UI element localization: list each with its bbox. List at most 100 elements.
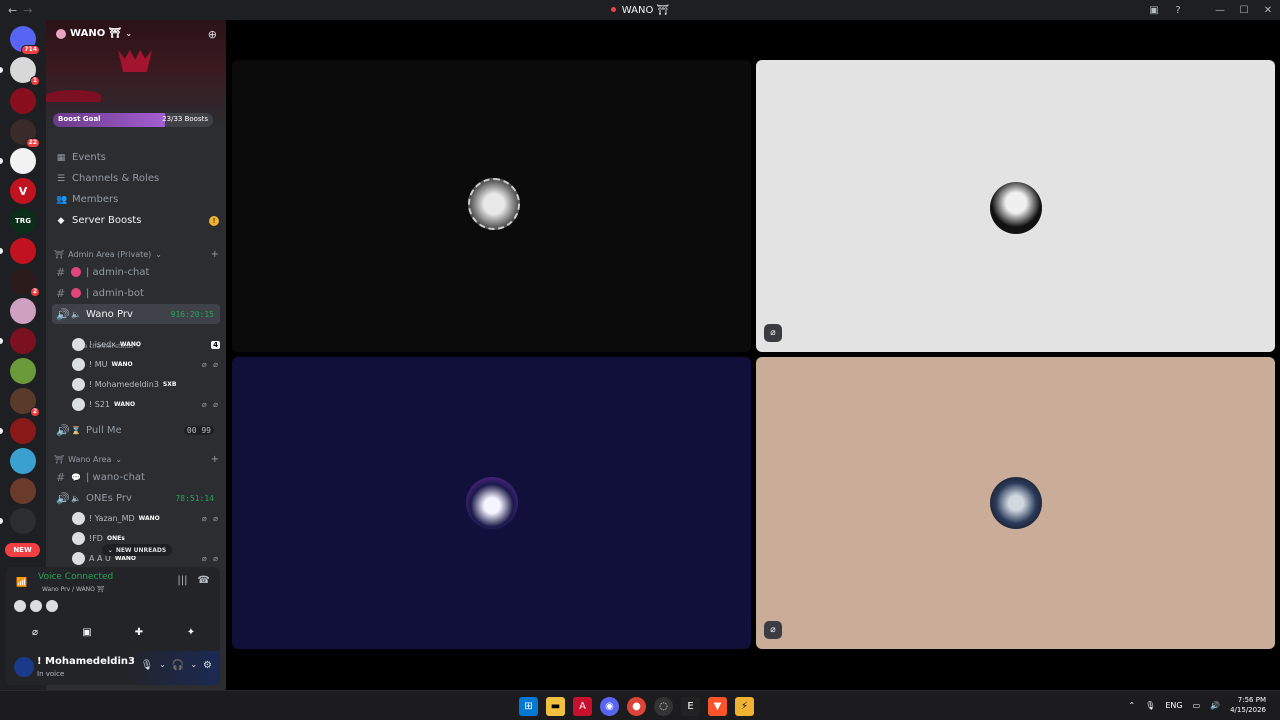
clock[interactable]: 7:56 PM 4/15/2026	[1230, 695, 1266, 715]
back-arrow-icon[interactable]: ←	[8, 4, 17, 17]
menu-item-channels-roles[interactable]: ☰ Channels & Roles	[54, 168, 219, 189]
brave-icon[interactable]: ▼	[708, 697, 727, 716]
noise-suppression-icon[interactable]: |||	[177, 575, 187, 586]
app-icon[interactable]: ⚡	[735, 697, 754, 716]
server-icon[interactable]	[10, 418, 36, 444]
file-explorer-icon[interactable]: ▬	[546, 697, 565, 716]
avatar[interactable]	[14, 657, 34, 677]
voice-user[interactable]: ! Mohamedeldin3 SXB	[72, 375, 220, 394]
server-icon[interactable]	[10, 358, 36, 384]
server-icon[interactable]: 1	[10, 57, 40, 86]
camera-off-icon: ⌀ ⌀	[201, 554, 220, 563]
video-tile[interactable]	[232, 60, 751, 352]
category-icon: ⛩	[54, 454, 65, 464]
server-header[interactable]: WANO ⛩ ⌄	[56, 28, 132, 39]
menu-item-server-boosts[interactable]: ◆ Server Boosts!	[54, 210, 219, 231]
voice-stage: ⌀ ⌀	[226, 20, 1280, 690]
video-tile[interactable]: ⌀	[756, 357, 1275, 649]
microphone-icon[interactable]: 🎙	[140, 660, 153, 671]
avatar[interactable]	[46, 600, 58, 612]
channel-pull-me[interactable]: 🔊 ⌛ Pull Me 00 99	[52, 420, 220, 440]
unread-pill	[0, 248, 3, 254]
windows-start-icon[interactable]: ⊞	[519, 697, 538, 716]
menu-item-events[interactable]: ▦ Events	[54, 147, 219, 168]
chevron-down-icon[interactable]: ⌄	[190, 660, 197, 671]
hourglass-icon: ⌛	[71, 425, 81, 435]
role-tag: WANO	[119, 341, 141, 348]
chevron-up-icon[interactable]: ⌃	[1128, 701, 1135, 710]
voice-user[interactable]: ! Yazan_MD WANO ⌀ ⌀	[72, 509, 220, 528]
server-icon[interactable]	[10, 328, 36, 354]
add-channel-icon[interactable]: +	[211, 454, 219, 465]
disconnect-icon[interactable]: ☎	[198, 575, 210, 586]
camera-off-button[interactable]: ⌀	[12, 623, 58, 641]
server-icon[interactable]: 2	[10, 388, 40, 417]
menu-item-members[interactable]: 👥 Members	[54, 189, 219, 210]
category-admin-area[interactable]: ⛩ Admin Area (Private) ⌄ +	[54, 247, 219, 261]
voice-user[interactable]: ! MU WANO ⌀ ⌀	[72, 355, 220, 374]
windows-taskbar: ⊞ ▬ A ◉ ● ◌ E ▼ ⚡ ⌃ 🎙 ENG ▭ 🔊 7:56 PM 4/…	[0, 690, 1280, 720]
new-unreads-pill[interactable]: ⌄ NEW UNREADS	[102, 544, 172, 556]
video-tile[interactable]	[232, 357, 751, 649]
video-tile[interactable]: ⌀	[756, 60, 1275, 352]
unread-pill	[0, 428, 3, 434]
voice-user[interactable]: ! isedx WANO 4	[72, 335, 220, 354]
add-channel-icon[interactable]: +	[211, 249, 219, 260]
microphone-icon[interactable]: 🎙	[1145, 701, 1155, 710]
channel-ones-prv[interactable]: 🔊 🔈 ONEs Prv 78:51:14	[52, 488, 220, 508]
epic-games-icon[interactable]: E	[681, 697, 700, 716]
server-icon[interactable]	[10, 88, 36, 114]
network-icon[interactable]: ▭	[1193, 701, 1201, 710]
avatar[interactable]	[30, 600, 42, 612]
category-wano-area[interactable]: ⛩ Wano Area ⌄ +	[54, 452, 219, 466]
voice-user-name: !FD	[89, 534, 103, 543]
server-icon[interactable]	[10, 478, 36, 504]
avatar[interactable]	[14, 600, 26, 612]
boost-goal-bar[interactable]: Boost Goal 23/33 Boosts	[53, 113, 213, 127]
app-icon[interactable]: A	[573, 697, 592, 716]
server-icon[interactable]	[10, 508, 36, 534]
help-icon[interactable]: ?	[1166, 5, 1190, 16]
minimize-button[interactable]: —	[1208, 5, 1232, 16]
soundboard-button[interactable]: ✦	[168, 623, 214, 641]
chevron-down-icon[interactable]: ⌄	[159, 660, 166, 671]
channel-admin-bot[interactable]: # | admin-bot	[52, 283, 220, 303]
inbox-icon[interactable]: ▣	[1142, 5, 1166, 16]
headphones-icon[interactable]: 🎧	[172, 660, 184, 671]
server-icon[interactable]: V	[10, 178, 36, 204]
chat-bubble-icon: 💬	[71, 472, 81, 482]
settings-gear-icon[interactable]: ⚙	[203, 660, 212, 671]
chrome-icon[interactable]: ●	[627, 697, 646, 716]
channel-wano-chat[interactable]: # 💬 | wano-chat	[52, 467, 220, 487]
new-badge[interactable]: NEW	[5, 543, 40, 557]
server-icon[interactable]	[10, 238, 36, 264]
role-tag: WANO	[114, 401, 136, 408]
server-icon[interactable]: TRG	[10, 208, 36, 234]
volume-icon[interactable]: 🔊	[1210, 701, 1220, 710]
voice-location[interactable]: Wano Prv / WANO ⛩	[42, 586, 104, 593]
invite-icon[interactable]: ⊕	[208, 28, 217, 41]
forward-arrow-icon[interactable]: →	[23, 4, 32, 17]
server-icon[interactable]	[10, 148, 36, 174]
voice-user-name: ! S21	[89, 400, 111, 409]
activities-button[interactable]: ✚	[116, 623, 162, 641]
close-button[interactable]: ✕	[1256, 5, 1280, 16]
username[interactable]: ! Mohamedeldin3	[37, 656, 135, 667]
server-icon[interactable]	[10, 298, 36, 324]
window-controls: ▣ ? — ☐ ✕	[1142, 0, 1280, 20]
server-icon-label: TRG	[15, 217, 31, 225]
obs-icon[interactable]: ◌	[654, 697, 673, 716]
channel-wano-prv[interactable]: 🔊 🔈 Wano Prv 916:20:15	[52, 304, 220, 324]
server-icon[interactable]: 2	[10, 268, 40, 297]
voice-user[interactable]: ! S21 WANO ⌀ ⌀	[72, 395, 220, 414]
screen-share-button[interactable]: ▣	[64, 623, 110, 641]
voice-status[interactable]: Voice Connected	[38, 572, 113, 582]
server-icon[interactable]: 22	[10, 119, 40, 148]
maximize-button[interactable]: ☐	[1232, 5, 1256, 16]
language-indicator[interactable]: ENG	[1165, 701, 1182, 710]
server-icon[interactable]: 714	[10, 26, 40, 55]
discord-icon[interactable]: ◉	[600, 697, 619, 716]
server-icon[interactable]	[10, 448, 36, 474]
category-icon: ⛩	[54, 249, 65, 259]
channel-admin-chat[interactable]: # | admin-chat	[52, 262, 220, 282]
